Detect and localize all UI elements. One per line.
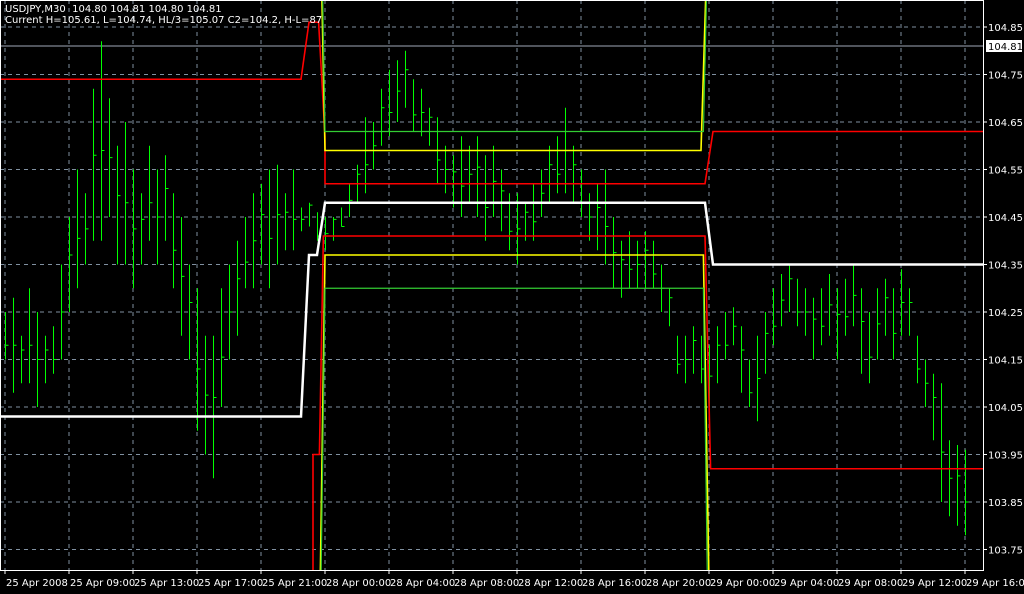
y-tick-label: 104.05	[988, 403, 1023, 414]
y-tick-label: 104.15	[988, 356, 1023, 367]
x-tick-label: 28 Apr 04:00	[390, 578, 455, 589]
indicator-line-green-lower	[320, 287, 708, 570]
chart-window[interactable]: 104.85 104.75 104.65 104.55 104.45 104.35 104.…	[0, 0, 1024, 594]
y-tick-label: 104.35	[988, 261, 1023, 272]
x-tick-label: 29 Apr 16:00	[966, 578, 1024, 589]
x-tick-label: 29 Apr 12:00	[902, 578, 967, 589]
x-tick-label: 28 Apr 08:00	[454, 578, 519, 589]
price-chart[interactable]: 104.85 104.75 104.65 104.55 104.45 104.35 104.…	[0, 0, 1024, 594]
y-tick-label: 104.25	[988, 308, 1023, 319]
x-tick-label: 25 Apr 17:00	[198, 578, 263, 589]
y-tick-label: 104.55	[988, 166, 1023, 177]
x-tick-label: 25 Apr 2008	[6, 578, 68, 589]
y-tick-label: 103.85	[988, 498, 1023, 509]
indicator-line-yellow-lower	[319, 254, 710, 570]
y-tick-label: 103.75	[988, 546, 1023, 557]
indicator-line-pivot	[0, 201, 983, 418]
x-tick-label: 29 Apr 00:00	[710, 578, 775, 589]
x-tick-label: 25 Apr 09:00	[70, 578, 135, 589]
plot-area	[0, 0, 983, 570]
x-tick-label: 25 Apr 21:00	[262, 578, 327, 589]
y-tick-label: 104.65	[988, 118, 1023, 129]
x-tick-label: 29 Apr 04:00	[774, 578, 839, 589]
x-tick-label: 25 Apr 13:00	[134, 578, 199, 589]
x-tick-label: 29 Apr 08:00	[838, 578, 903, 589]
indicator-line-green-upper	[322, 0, 708, 133]
y-tick-label: 104.75	[988, 71, 1023, 82]
chart-frame	[0, 0, 984, 571]
indicator-line-yellow-upper	[321, 0, 707, 152]
current-price-label: 104.81	[988, 42, 1023, 53]
x-tick-label: 28 Apr 12:00	[518, 578, 583, 589]
y-tick-label: 104.85	[988, 23, 1023, 34]
indicator-info: Current H=105.61, L=104.74, HL/3=105.07 …	[5, 15, 323, 26]
y-tick-label: 104.45	[988, 213, 1023, 224]
y-tick-label: 103.95	[988, 451, 1023, 462]
x-tick-label: 28 Apr 16:00	[582, 578, 647, 589]
x-tick-label: 28 Apr 00:00	[326, 578, 391, 589]
x-tick-label: 28 Apr 20:00	[646, 578, 711, 589]
